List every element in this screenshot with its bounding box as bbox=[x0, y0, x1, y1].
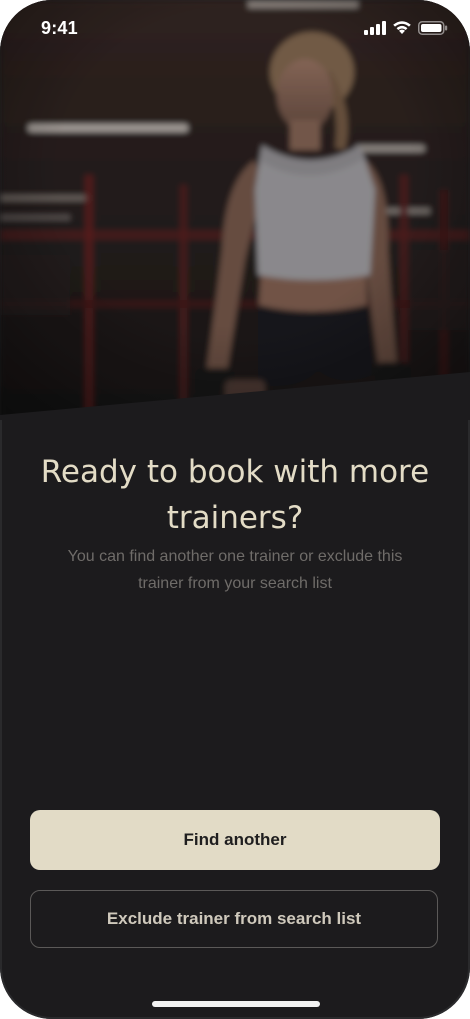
status-bar: 9:41 bbox=[0, 0, 470, 60]
battery-icon bbox=[418, 20, 448, 40]
find-another-button[interactable]: Find another bbox=[30, 810, 440, 870]
phone-screen: 9:41 Ready to book with more trainers? Y… bbox=[0, 0, 470, 1019]
wifi-icon bbox=[392, 20, 412, 40]
hero-trainer-photo bbox=[0, 0, 470, 420]
exclude-trainer-button[interactable]: Exclude trainer from search list bbox=[30, 890, 438, 948]
status-icons bbox=[364, 20, 448, 40]
page-subtitle: You can find another one trainer or excl… bbox=[67, 548, 403, 592]
page-title: Ready to book with more trainers? bbox=[40, 453, 430, 536]
cellular-signal-icon bbox=[364, 20, 386, 40]
home-indicator[interactable] bbox=[152, 1001, 320, 1007]
status-time: 9:41 bbox=[41, 18, 78, 38]
